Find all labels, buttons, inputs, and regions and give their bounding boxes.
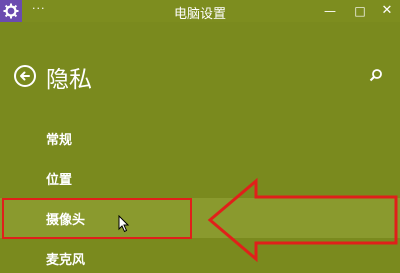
- mouse-cursor-icon: [118, 215, 130, 233]
- annotation-arrow-icon: [207, 177, 398, 263]
